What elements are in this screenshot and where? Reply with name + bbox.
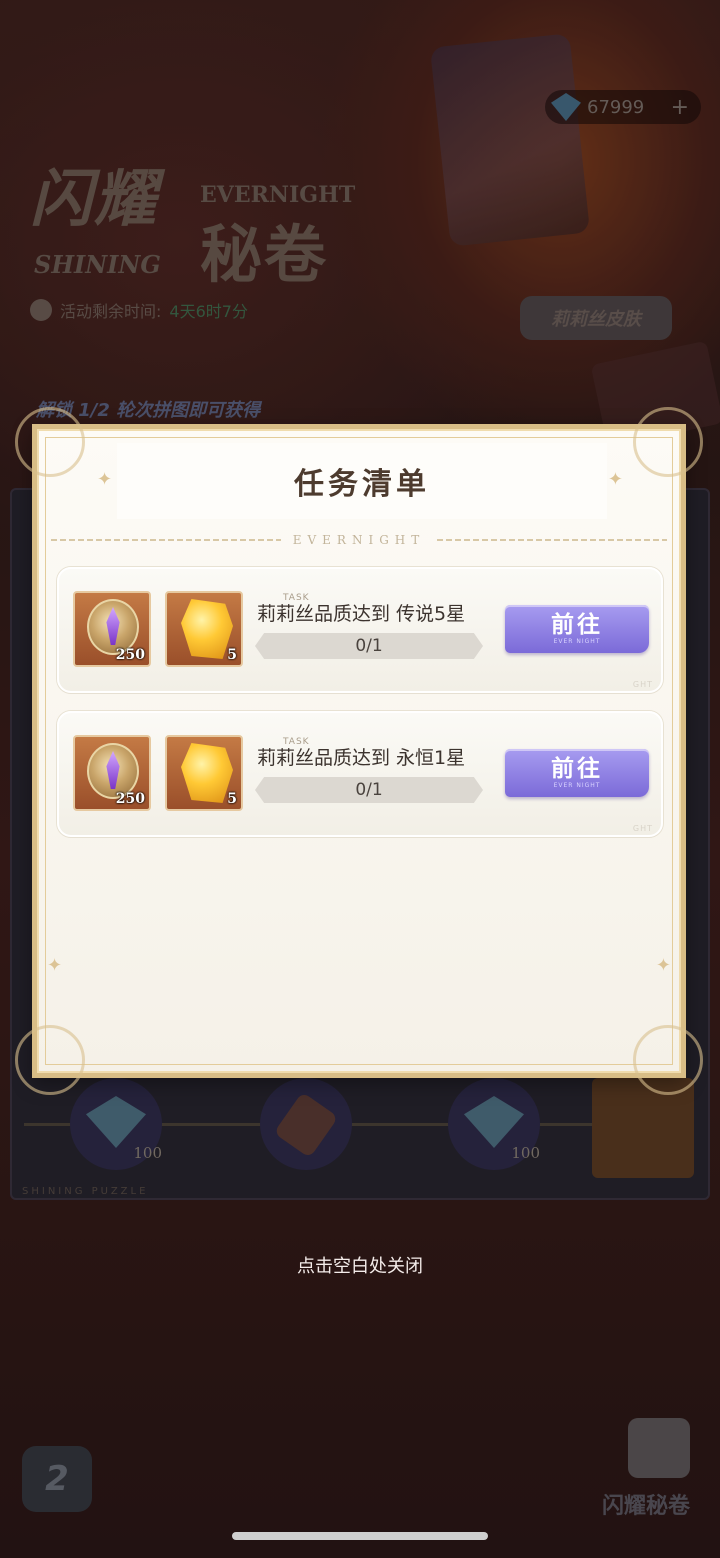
go-button-label: 前往	[551, 611, 603, 638]
task-progress-text: 0/1	[355, 780, 383, 800]
task-progress-bar: 0/1	[255, 777, 483, 803]
reward-slot[interactable]: 5	[165, 591, 243, 667]
gold-crystal-icon	[181, 743, 233, 803]
task-description: 莉莉丝品质达到 永恒1星	[257, 747, 466, 769]
gold-crystal-icon	[181, 599, 233, 659]
task-progress-text: 0/1	[355, 636, 383, 656]
reward-slot[interactable]: 5	[165, 735, 243, 811]
task-progress-bar: 0/1	[255, 633, 483, 659]
task-list-modal: ✦ ✦ ✦ ✦ 任务清单 EVERNIGHT 250 5 TASK 莉莉丝品质达…	[15, 407, 703, 1095]
go-button-sublabel: EVER NIGHT	[553, 782, 601, 789]
sparkle-icon: ✦	[607, 469, 623, 490]
task-description: 莉莉丝品质达到 传说5星	[257, 603, 466, 625]
corner-ornament	[633, 1025, 703, 1095]
go-button-sublabel: EVER NIGHT	[553, 638, 601, 645]
task-item: 250 5 TASK 莉莉丝品质达到 永恒1星 0/1 前往 EVER NIGH…	[57, 711, 663, 837]
reward-slot[interactable]: 250	[73, 735, 151, 811]
sparkle-icon: ✦	[655, 955, 671, 976]
reward-qty: 250	[115, 791, 145, 807]
divider-word: EVERNIGHT	[292, 533, 426, 547]
card-watermark: GHT	[632, 824, 653, 833]
sparkle-icon: ✦	[47, 955, 63, 976]
go-button[interactable]: 前往 EVER NIGHT	[505, 749, 649, 797]
reward-qty: 5	[227, 791, 237, 807]
go-button-label: 前往	[551, 755, 603, 782]
task-item: 250 5 TASK 莉莉丝品质达到 传说5星 0/1 前往 EVER NIGH…	[57, 567, 663, 693]
reward-slot[interactable]: 250	[73, 591, 151, 667]
reward-qty: 250	[115, 647, 145, 663]
go-button[interactable]: 前往 EVER NIGHT	[505, 605, 649, 653]
sparkle-icon: ✦	[97, 469, 113, 490]
modal-title: 任务清单	[294, 467, 430, 502]
close-hint[interactable]: 点击空白处关闭	[0, 1252, 720, 1278]
corner-ornament	[15, 1025, 85, 1095]
divider-line	[437, 539, 668, 541]
modal-title-box: 任务清单	[117, 443, 607, 519]
reward-qty: 5	[227, 647, 237, 663]
card-watermark: GHT	[632, 680, 653, 689]
corner-ornament	[633, 407, 703, 477]
corner-ornament	[15, 407, 85, 477]
title-divider: EVERNIGHT	[51, 533, 668, 547]
divider-line	[51, 539, 281, 541]
home-indicator[interactable]	[232, 1532, 488, 1540]
